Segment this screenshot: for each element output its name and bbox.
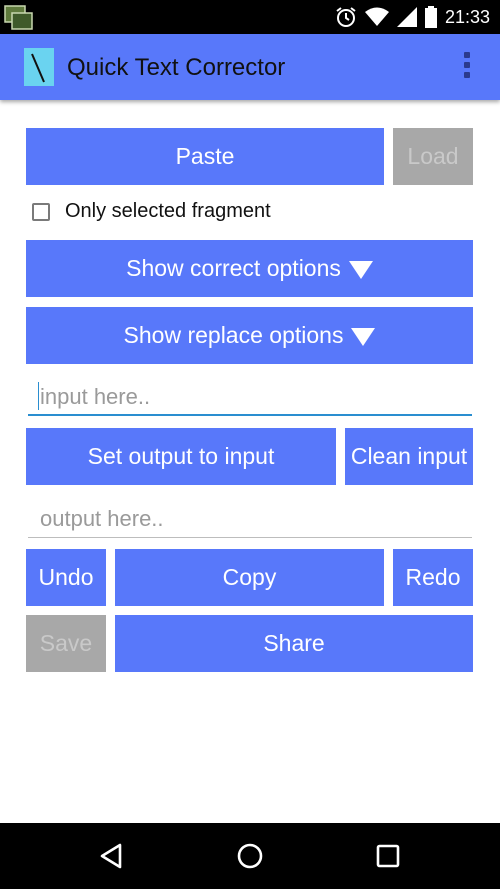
clean-input-button[interactable]: Clean input — [345, 428, 473, 485]
overflow-menu-icon[interactable] — [462, 52, 472, 82]
output-field[interactable]: output here.. — [28, 498, 472, 538]
app-title: Quick Text Corrector — [67, 54, 286, 81]
copy-button[interactable]: Copy — [115, 549, 384, 606]
dropdown-triangle-icon — [351, 327, 376, 346]
recents-icon[interactable] — [372, 840, 404, 872]
show-correct-options-button[interactable]: Show correct options — [26, 240, 473, 297]
status-icons: 21:33 — [335, 0, 490, 34]
load-button[interactable]: Load — [393, 128, 473, 185]
set-output-to-input-button[interactable]: Set output to input — [26, 428, 336, 485]
app-bar: Quick Text Corrector — [0, 34, 500, 100]
app-notification-icon — [4, 5, 33, 30]
battery-icon — [424, 6, 437, 28]
text-cursor — [38, 382, 39, 410]
home-icon[interactable] — [234, 840, 266, 872]
show-replace-options-label: Show replace options — [123, 322, 344, 348]
back-icon[interactable] — [96, 840, 128, 872]
undo-button[interactable]: Undo — [26, 549, 106, 606]
only-selected-label: Only selected fragment — [65, 200, 271, 222]
alarm-icon — [336, 7, 356, 27]
share-button[interactable]: Share — [115, 615, 473, 672]
status-bar: 21:33 — [0, 0, 500, 34]
dropdown-triangle-icon — [348, 260, 373, 279]
output-placeholder: output here.. — [40, 506, 164, 531]
input-placeholder: input here.. — [40, 384, 151, 409]
redo-button[interactable]: Redo — [393, 549, 473, 606]
show-replace-options-button[interactable]: Show replace options — [26, 307, 473, 364]
show-correct-options-label: Show correct options — [126, 255, 341, 281]
only-selected-checkbox-row[interactable]: Only selected fragment — [32, 200, 271, 223]
status-time: 21:33 — [444, 6, 490, 27]
app-logo-icon — [24, 48, 54, 86]
signal-icon — [396, 7, 417, 27]
navigation-bar — [0, 823, 500, 889]
paste-button[interactable]: Paste — [26, 128, 384, 185]
save-button[interactable]: Save — [26, 615, 106, 672]
input-field[interactable]: input here.. — [28, 376, 472, 416]
only-selected-checkbox[interactable] — [32, 202, 50, 221]
wifi-icon — [364, 7, 389, 26]
